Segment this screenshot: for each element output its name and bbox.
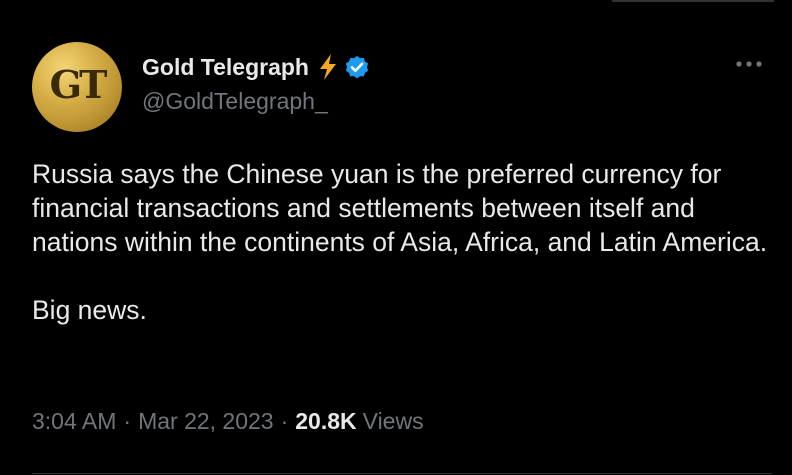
tweet-meta: 3:04 AM · Mar 22, 2023 · 20.8K Views [32,408,424,435]
meta-separator: · [123,408,132,434]
lightning-bolt-icon [319,54,336,80]
bottom-divider [32,473,772,474]
tweet-header: GT Gold Telegraph @GoldTelegraph_ [32,42,772,132]
author-name-row[interactable]: Gold Telegraph [142,52,371,82]
tweet-paragraph: Russia says the Chinese yuan is the pref… [32,159,768,257]
top-divider [612,0,774,2]
avatar[interactable]: GT [32,42,122,132]
more-options-icon[interactable] [736,60,762,68]
author-handle[interactable]: @GoldTelegraph_ [142,88,328,115]
tweet-time[interactable]: 3:04 AM [32,408,116,435]
tweet-date[interactable]: Mar 22, 2023 [138,408,274,435]
tweet-paragraph: Big news. [32,295,147,325]
verified-badge-icon[interactable] [343,53,371,81]
avatar-logo-text: GT [49,62,108,107]
tweet-body: Russia says the Chinese yuan is the pref… [32,157,772,327]
views-count[interactable]: 20.8K [295,408,356,435]
views-label: Views [362,408,424,434]
author-display-name[interactable]: Gold Telegraph [142,54,309,81]
meta-separator: · [280,408,289,434]
